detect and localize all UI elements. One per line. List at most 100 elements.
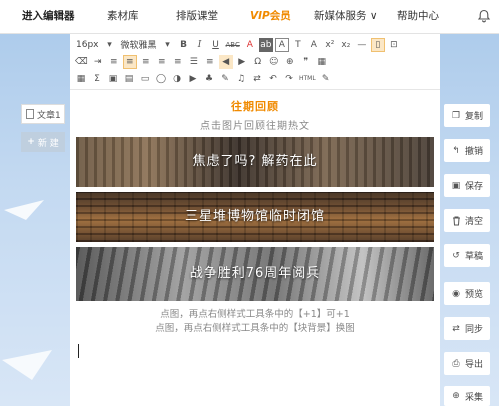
ltr-icon[interactable]: ◀ (218, 54, 233, 69)
text-size-button[interactable]: T (291, 38, 305, 52)
paper-plane-decoration-2 (2, 350, 52, 380)
eraser-icon[interactable]: ⌫ (74, 55, 89, 69)
draft-button[interactable]: ↺ 草稿 (444, 244, 490, 267)
preview-button[interactable]: ◉ 预览 (444, 282, 490, 305)
export-button[interactable]: ⎙ 导出 (444, 352, 490, 375)
toolbar-row-2: ⌫ ⇥ ≡ ≡ ≡ ≡ ≡ ☰ ≡ ◀ ▶ Ω ☺ ⊕ ❞ ▦ (74, 53, 436, 70)
video-icon[interactable]: ▶ (186, 72, 200, 86)
article-banner-3[interactable]: 战争胜利76周年阅兵 (76, 247, 434, 301)
save-icon: ▣ (451, 180, 461, 191)
line-height-icon[interactable]: ☰ (187, 55, 201, 69)
horizontal-rule-button[interactable]: — (355, 38, 369, 52)
eye-icon: ◉ (452, 288, 460, 299)
table-insert-icon[interactable]: ▦ (74, 72, 88, 86)
article-tab[interactable]: 文章1 (21, 104, 65, 124)
copy-format-icon[interactable]: ▯ (370, 37, 385, 52)
copy-label: 复制 (465, 112, 484, 122)
vip-label: 会员 (269, 10, 291, 22)
save-button[interactable]: ▣ 保存 (444, 174, 490, 197)
redo-icon[interactable]: ↷ (282, 72, 296, 86)
list-icon[interactable]: ≡ (203, 55, 217, 69)
hint-text: 点图，再点右侧样式工具条中的【+1】可+1 点图，再点右侧样式工具条中的【块背景… (70, 308, 440, 336)
nav-layout-class[interactable]: 排版课堂 (176, 0, 218, 33)
nav-vip-member[interactable]: VIP会员 (250, 0, 291, 33)
new-article-button[interactable]: + 新 建 (21, 132, 65, 152)
editor-toolbar: 16px ▾ 微软雅黑 ▾ B I U ABC A ab A T A x² x₂ —… (70, 34, 440, 90)
paper-plane-decoration (4, 200, 44, 220)
sticker-icon[interactable]: ◑ (170, 72, 184, 86)
chevron-down-icon: ▾ (107, 39, 112, 50)
rtl-icon[interactable]: ▶ (235, 55, 249, 69)
preview-label: 预览 (465, 290, 484, 300)
font-family-select[interactable]: 微软雅黑 (119, 38, 159, 51)
html-source-button[interactable]: HTML (298, 72, 317, 86)
align-justify-icon[interactable]: ≡ (171, 55, 185, 69)
bold-button[interactable]: B (177, 38, 191, 52)
sync-icon: ⇄ (452, 323, 460, 334)
nav-help-center[interactable]: 帮助中心 (397, 0, 439, 33)
trash-icon (451, 216, 461, 226)
pen-icon[interactable]: ✎ (218, 72, 232, 86)
sync-button[interactable]: ⇄ 同步 (444, 317, 490, 340)
new-article-label: 新 建 (37, 138, 59, 149)
formula-icon[interactable]: Σ (90, 72, 104, 86)
undo-button[interactable]: ↰ 撤销 (444, 139, 490, 162)
article-banner-1[interactable]: 焦虑了吗? 解药在此 (76, 137, 434, 187)
plus-icon: + (27, 137, 35, 147)
collect-button[interactable]: ⊕ 采集 (444, 386, 490, 406)
quote-icon[interactable]: ❞ (299, 55, 313, 69)
font-size-select[interactable]: 16px (74, 40, 101, 50)
music-icon[interactable]: ♫ (234, 72, 248, 86)
shape-icon[interactable]: ◯ (154, 72, 168, 86)
nav-material-library[interactable]: 素材库 (107, 0, 139, 33)
nav-new-media-service[interactable]: 新媒体服务 ∨ (314, 0, 378, 33)
hint-line-2: 点图，再点右侧样式工具条中的【块背景】换图 (155, 323, 355, 334)
article-banner-2[interactable]: 三星堆博物馆临时闭馆 (76, 192, 434, 242)
image-icon[interactable]: ▣ (106, 72, 120, 86)
special-char-icon[interactable]: Ω (251, 55, 265, 69)
export-label: 导出 (465, 360, 484, 370)
section-title: 往期回顾 (231, 100, 279, 113)
editor-content[interactable]: 往期回顾 点击图片回顾往期热文 焦虑了吗? 解药在此 三星堆博物馆临时闭馆 战争… (70, 90, 440, 336)
subscript-button[interactable]: x₂ (339, 38, 353, 52)
strikethrough-button[interactable]: ABC (225, 38, 241, 52)
nav-enter-editor[interactable]: 进入编辑器 (22, 0, 75, 33)
undo-label: 撤销 (465, 147, 484, 157)
toolbar-row-1: 16px ▾ 微软雅黑 ▾ B I U ABC A ab A T A x² x₂ —… (74, 36, 436, 53)
align-center-icon[interactable]: ≡ (139, 55, 153, 69)
table-icon[interactable]: ▦ (315, 55, 329, 69)
underline-button[interactable]: U (209, 38, 223, 52)
frame-icon[interactable]: ▭ (138, 72, 152, 86)
text-cursor (78, 344, 79, 358)
search-replace-icon[interactable]: ⊕ (283, 55, 297, 69)
highlight-button[interactable]: ab (258, 37, 273, 52)
undo-icon[interactable]: ↶ (266, 72, 280, 86)
align-right-icon[interactable]: ≡ (155, 55, 169, 69)
indent-icon[interactable]: ⇥ (91, 55, 105, 69)
edit-icon[interactable]: ✎ (319, 72, 333, 86)
draft-label: 草稿 (465, 252, 484, 262)
copy-icon: ❐ (451, 110, 461, 121)
superscript-button[interactable]: x² (323, 38, 337, 52)
history-icon: ↺ (452, 250, 460, 261)
mini-program-icon[interactable]: ♣ (202, 72, 216, 86)
copy-button[interactable]: ❐ 复制 (444, 104, 490, 127)
clear-format-icon[interactable]: ⊡ (387, 38, 401, 52)
undo-icon: ↰ (452, 145, 460, 156)
link-icon[interactable]: ⇄ (250, 72, 264, 86)
banner-label: 焦虑了吗? 解药在此 (192, 154, 318, 169)
font-color-button[interactable]: A (243, 38, 257, 52)
clear-button[interactable]: 清空 (444, 209, 490, 232)
hint-line-1: 点图，再点右侧样式工具条中的【+1】可+1 (160, 309, 350, 320)
emoji-icon[interactable]: ☺ (267, 55, 281, 69)
bell-icon[interactable] (477, 9, 491, 23)
toolbar-row-3: ▦ Σ ▣ ▤ ▭ ◯ ◑ ▶ ♣ ✎ ♫ ⇄ ↶ ↷ HTML ✎ (74, 70, 436, 87)
sync-label: 同步 (465, 325, 484, 335)
align-left-icon[interactable]: ≡ (122, 54, 137, 69)
letter-spacing-button[interactable]: A (307, 38, 321, 52)
italic-button[interactable]: I (193, 38, 207, 52)
image-gallery-icon[interactable]: ▤ (122, 72, 136, 86)
outdent-icon[interactable]: ≡ (107, 55, 121, 69)
section-subtitle: 点击图片回顾往期热文 (200, 121, 310, 132)
font-border-button[interactable]: A (274, 37, 289, 52)
